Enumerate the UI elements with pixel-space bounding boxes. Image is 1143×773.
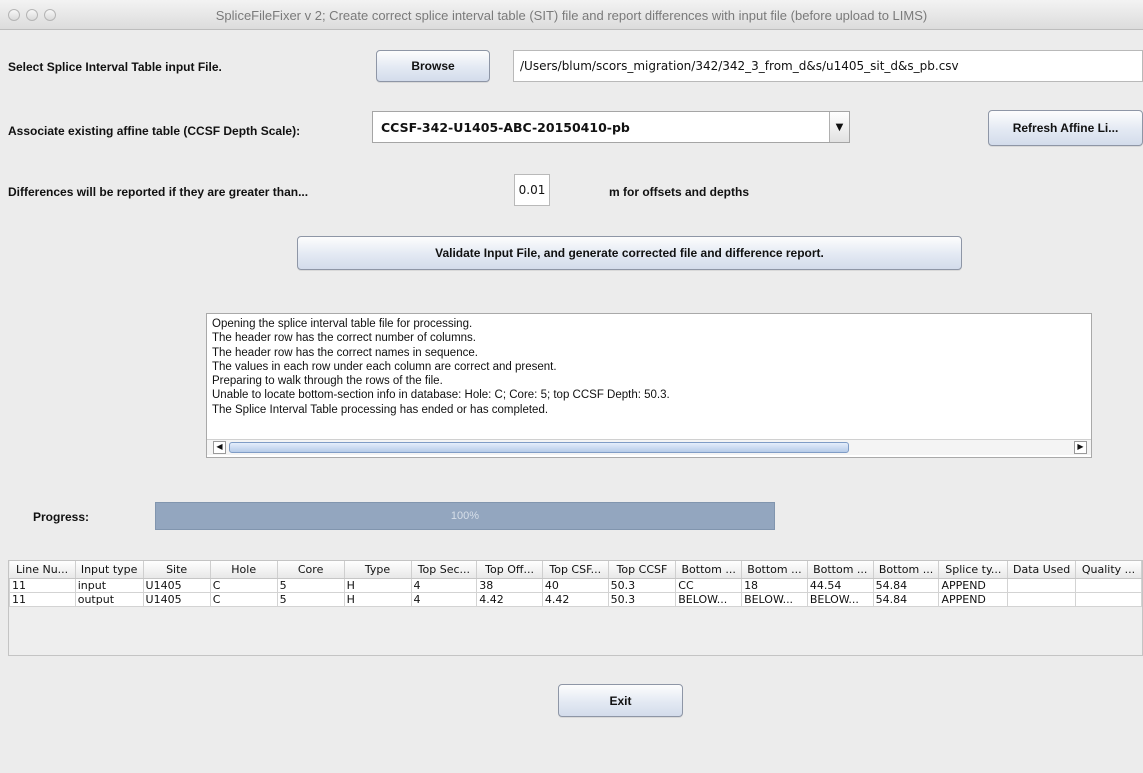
column-header[interactable]: Data Used: [1007, 561, 1077, 579]
table-cell[interactable]: C: [209, 577, 278, 593]
log-line: The Splice Interval Table processing has…: [212, 403, 549, 416]
left-arrow-icon[interactable]: ◀: [213, 441, 226, 454]
log-line: Unable to locate bottom-section info in …: [212, 389, 670, 402]
table-cell[interactable]: 4: [410, 577, 478, 593]
table-cell[interactable]: 11: [9, 577, 76, 593]
table-cell[interactable]: BELOW...: [675, 591, 743, 607]
results-table: Line Nu... Input type Site Hole Core Type Top …: [9, 561, 1142, 607]
window-title: SpliceFileFixer v 2; Create correct spli…: [215, 8, 928, 23]
table-cell[interactable]: 44.54: [806, 577, 874, 593]
log-line: Preparing to walk through the rows of th…: [212, 375, 443, 388]
column-header[interactable]: Hole: [210, 561, 278, 579]
table-cell[interactable]: 54.84: [872, 591, 940, 607]
table-cell[interactable]: 40: [541, 577, 609, 593]
table-cell[interactable]: CC: [675, 577, 743, 593]
browse-button[interactable]: Browse: [376, 50, 490, 82]
table-cell[interactable]: 18: [741, 577, 808, 593]
table-cell[interactable]: APPEND: [938, 591, 1009, 607]
table-cell[interactable]: 38: [476, 577, 543, 593]
affine-table-selected: CCSF-342-U1405-ABC-20150410-pb: [381, 119, 630, 135]
log-output: Opening the splice interval table file f…: [206, 313, 1092, 458]
column-header[interactable]: Type: [344, 561, 412, 579]
column-header[interactable]: Site: [143, 561, 211, 579]
table-cell[interactable]: output: [74, 591, 144, 607]
column-header[interactable]: Bottom ...: [675, 561, 743, 579]
column-header[interactable]: Core: [277, 561, 345, 579]
table-row[interactable]: 11 output U1405 C 5 H 4 4.42 4.42 50.3 BELOW... BEL…: [9, 591, 1142, 607]
table-cell[interactable]: input: [74, 577, 144, 593]
log-line: The header row has the correct number of…: [212, 332, 476, 345]
table-cell[interactable]: [1075, 577, 1142, 593]
column-header[interactable]: Top CSF...: [542, 561, 609, 579]
table-cell[interactable]: 5: [276, 591, 345, 607]
table-cell[interactable]: U1405: [142, 577, 211, 593]
column-header[interactable]: Quality ...: [1075, 561, 1142, 579]
log-line: The values in each row under each column…: [212, 360, 557, 373]
table-cell[interactable]: H: [343, 577, 412, 593]
affine-table-dropdown[interactable]: CCSF-342-U1405-ABC-20150410-pb ▼: [372, 111, 850, 143]
scrollbar-thumb[interactable]: [229, 442, 849, 453]
log-line: Opening the splice interval table file f…: [212, 318, 473, 330]
column-header[interactable]: Top Off...: [476, 561, 543, 579]
table-cell[interactable]: 4: [410, 591, 478, 607]
table-cell[interactable]: 50.3: [607, 591, 677, 607]
column-header[interactable]: Line Nu...: [9, 561, 76, 579]
refresh-affine-list-button[interactable]: Refresh Affine Li...: [988, 110, 1143, 146]
table-cell[interactable]: [1075, 591, 1142, 607]
column-header[interactable]: Top CCSF: [608, 561, 677, 579]
title-bar: SpliceFileFixer v 2; Create correct spli…: [0, 0, 1143, 30]
table-cell[interactable]: 50.3: [607, 577, 677, 593]
progress-bar: 100%: [155, 502, 775, 530]
table-header-row: Line Nu... Input type Site Hole Core Type Top …: [9, 561, 1142, 579]
log-horizontal-scrollbar[interactable]: ◀ ▶: [207, 439, 1091, 455]
table-cell[interactable]: BELOW...: [806, 591, 874, 607]
threshold-label: Differences will be reported if they are…: [8, 185, 309, 199]
table-cell[interactable]: U1405: [142, 591, 211, 607]
chevron-down-icon[interactable]: ▼: [829, 112, 849, 142]
table-cell[interactable]: C: [209, 591, 278, 607]
input-file-path-field[interactable]: /Users/blum/scors_migration/342/342_3_fr…: [513, 50, 1143, 82]
table-cell[interactable]: H: [343, 591, 412, 607]
log-line: The header row has the correct names in …: [212, 346, 478, 359]
progress-label: Progress:: [33, 510, 90, 524]
table-row[interactable]: 11 input U1405 C 5 H 4 38 40 50.3 CC 18 44.54 54.84 AP…: [9, 577, 1142, 593]
threshold-unit-label: m for offsets and depths: [609, 185, 750, 199]
column-header[interactable]: Bottom ...: [807, 561, 874, 579]
table-cell[interactable]: APPEND: [938, 577, 1009, 593]
table-cell[interactable]: 4.42: [541, 591, 609, 607]
validate-button[interactable]: Validate Input File, and generate correc…: [297, 236, 962, 270]
affine-table-label: Associate existing affine table (CCSF De…: [8, 124, 301, 138]
table-cell[interactable]: BELOW...: [741, 591, 808, 607]
column-header[interactable]: Bottom ...: [741, 561, 808, 579]
input-file-label: Select Splice Interval Table input File.: [8, 60, 222, 74]
table-cell[interactable]: [1007, 577, 1077, 593]
table-cell[interactable]: [1007, 591, 1077, 607]
exit-button[interactable]: Exit: [558, 684, 683, 717]
threshold-input[interactable]: 0.01: [514, 174, 550, 206]
progress-text: 100%: [450, 510, 480, 522]
table-cell[interactable]: 54.84: [872, 577, 940, 593]
right-arrow-icon[interactable]: ▶: [1074, 441, 1087, 454]
table-cell[interactable]: 5: [276, 577, 345, 593]
table-cell[interactable]: 4.42: [476, 591, 543, 607]
column-header[interactable]: Splice ty...: [938, 561, 1009, 579]
table-cell[interactable]: 11: [9, 591, 76, 607]
column-header[interactable]: Input type: [75, 561, 144, 579]
results-table-panel: Line Nu... Input type Site Hole Core Type Top …: [8, 560, 1143, 656]
column-header[interactable]: Top Sec...: [411, 561, 478, 579]
column-header[interactable]: Bottom ...: [873, 561, 940, 579]
